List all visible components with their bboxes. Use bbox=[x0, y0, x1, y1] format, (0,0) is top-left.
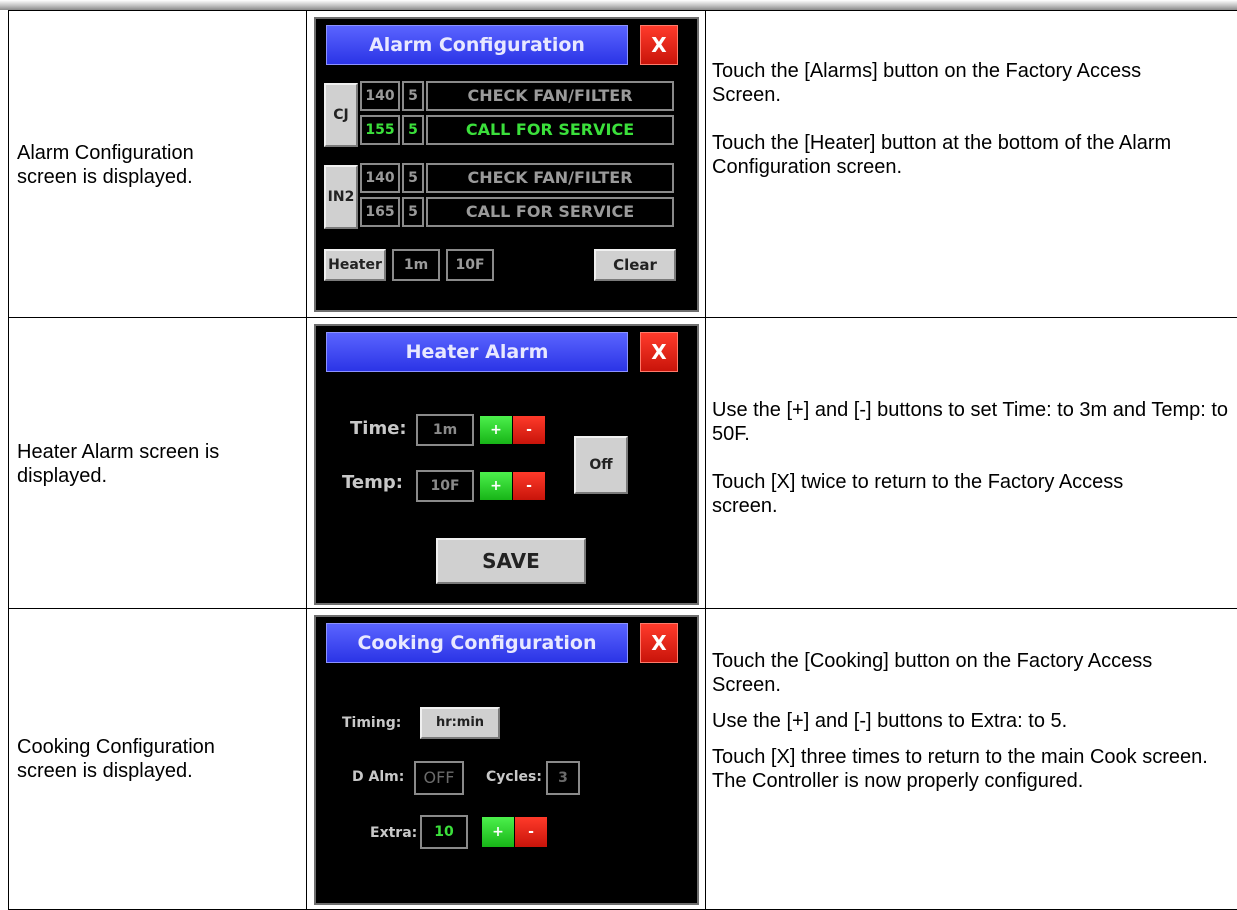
cycles-value[interactable]: 3 bbox=[546, 761, 580, 795]
screenshot-cell: Heater Alarm X Time: 1m + - Temp: 10F + … bbox=[308, 318, 706, 609]
time-label: Time: bbox=[350, 418, 407, 439]
dalm-label: D Alm: bbox=[352, 769, 405, 785]
timing-label: Timing: bbox=[342, 715, 402, 731]
extra-label: Extra: bbox=[370, 825, 418, 841]
instruction-text: Touch the [Alarms] button on the Factory… bbox=[712, 60, 1142, 106]
screen-title: Heater Alarm bbox=[326, 332, 628, 372]
alarm-message[interactable]: CALL FOR SERVICE bbox=[426, 115, 674, 145]
alarm-configuration-screen: Alarm Configuration X CJ 140 5 CHECK FAN… bbox=[314, 17, 699, 312]
instruction-text: Touch [X] twice to return to the Factory… bbox=[712, 471, 1124, 517]
heater-button[interactable]: Heater bbox=[324, 249, 386, 281]
extra-minus-button[interactable]: - bbox=[515, 817, 547, 847]
time-plus-button[interactable]: + bbox=[480, 416, 512, 444]
step-description: Alarm Configuration screen is displayed. bbox=[9, 11, 307, 318]
save-button[interactable]: SAVE bbox=[436, 538, 586, 584]
instruction-text: Use the [+] and [-] buttons to set Time:… bbox=[712, 399, 1229, 445]
alarm-time[interactable]: 5 bbox=[402, 81, 424, 111]
temp-value[interactable]: 10F bbox=[416, 470, 474, 502]
table-row-cooking-configuration: Cooking Configuration screen is displaye… bbox=[8, 608, 1237, 910]
alarm-time[interactable]: 5 bbox=[402, 115, 424, 145]
time-value[interactable]: 1m bbox=[416, 414, 474, 446]
description-text: Cooking Configuration screen is displaye… bbox=[17, 736, 215, 782]
dalm-value[interactable]: OFF bbox=[414, 761, 464, 795]
step-instructions: Touch the [Alarms] button on the Factory… bbox=[706, 11, 1237, 318]
table-row-heater-alarm: Heater Alarm screen is displayed. Heater… bbox=[8, 317, 1237, 609]
heater-alarm-screen: Heater Alarm X Time: 1m + - Temp: 10F + … bbox=[314, 324, 699, 605]
heater-time[interactable]: 1m bbox=[392, 249, 440, 281]
temp-plus-button[interactable]: + bbox=[480, 472, 512, 500]
temp-minus-button[interactable]: - bbox=[513, 472, 545, 500]
screen-title: Cooking Configuration bbox=[326, 623, 628, 663]
group-label-cj[interactable]: CJ bbox=[324, 83, 358, 147]
extra-plus-button[interactable]: + bbox=[482, 817, 514, 847]
alarm-temp[interactable]: 155 bbox=[360, 115, 400, 145]
description-text: Alarm Configuration screen is displayed. bbox=[17, 141, 194, 188]
cooking-configuration-screen: Cooking Configuration X Timing: hr:min D… bbox=[314, 615, 699, 905]
instruction-text: Touch the [Cooking] button on the Factor… bbox=[712, 650, 1153, 696]
extra-value[interactable]: 10 bbox=[420, 815, 468, 849]
instruction-text: Touch [X] three times to return to the m… bbox=[712, 746, 1208, 792]
alarm-temp[interactable]: 165 bbox=[360, 197, 400, 227]
step-description: Cooking Configuration screen is displaye… bbox=[9, 609, 307, 909]
temp-label: Temp: bbox=[342, 472, 403, 493]
group-label-in2[interactable]: IN2 bbox=[324, 165, 358, 229]
screen-title: Alarm Configuration bbox=[326, 25, 628, 65]
close-button[interactable]: X bbox=[640, 623, 678, 663]
alarm-temp[interactable]: 140 bbox=[360, 81, 400, 111]
close-button[interactable]: X bbox=[640, 25, 678, 65]
step-instructions: Use the [+] and [-] buttons to set Time:… bbox=[706, 318, 1237, 609]
alarm-time[interactable]: 5 bbox=[402, 197, 424, 227]
table-row-alarm-configuration: Alarm Configuration screen is displayed.… bbox=[8, 10, 1237, 318]
timing-button[interactable]: hr:min bbox=[420, 707, 500, 739]
clear-button[interactable]: Clear bbox=[594, 249, 676, 281]
alarm-temp[interactable]: 140 bbox=[360, 163, 400, 193]
step-description: Heater Alarm screen is displayed. bbox=[9, 318, 307, 609]
alarm-time[interactable]: 5 bbox=[402, 163, 424, 193]
cycles-label: Cycles: bbox=[486, 769, 542, 785]
alarm-message[interactable]: CHECK FAN/FILTER bbox=[426, 163, 674, 193]
instruction-text: Use the [+] and [-] buttons to Extra: to… bbox=[712, 710, 1068, 732]
description-text: Heater Alarm screen is displayed. bbox=[17, 440, 220, 487]
alarm-message[interactable]: CALL FOR SERVICE bbox=[426, 197, 674, 227]
time-minus-button[interactable]: - bbox=[513, 416, 545, 444]
page-top-rule bbox=[0, 0, 1237, 10]
alarm-message[interactable]: CHECK FAN/FILTER bbox=[426, 81, 674, 111]
step-instructions: Touch the [Cooking] button on the Factor… bbox=[706, 609, 1237, 909]
screenshot-cell: Cooking Configuration X Timing: hr:min D… bbox=[308, 609, 706, 909]
instruction-text: Touch the [Heater] button at the bottom … bbox=[712, 132, 1172, 178]
screenshot-cell: Alarm Configuration X CJ 140 5 CHECK FAN… bbox=[308, 11, 706, 318]
close-button[interactable]: X bbox=[640, 332, 678, 372]
off-button[interactable]: Off bbox=[574, 436, 628, 494]
heater-temp[interactable]: 10F bbox=[446, 249, 494, 281]
